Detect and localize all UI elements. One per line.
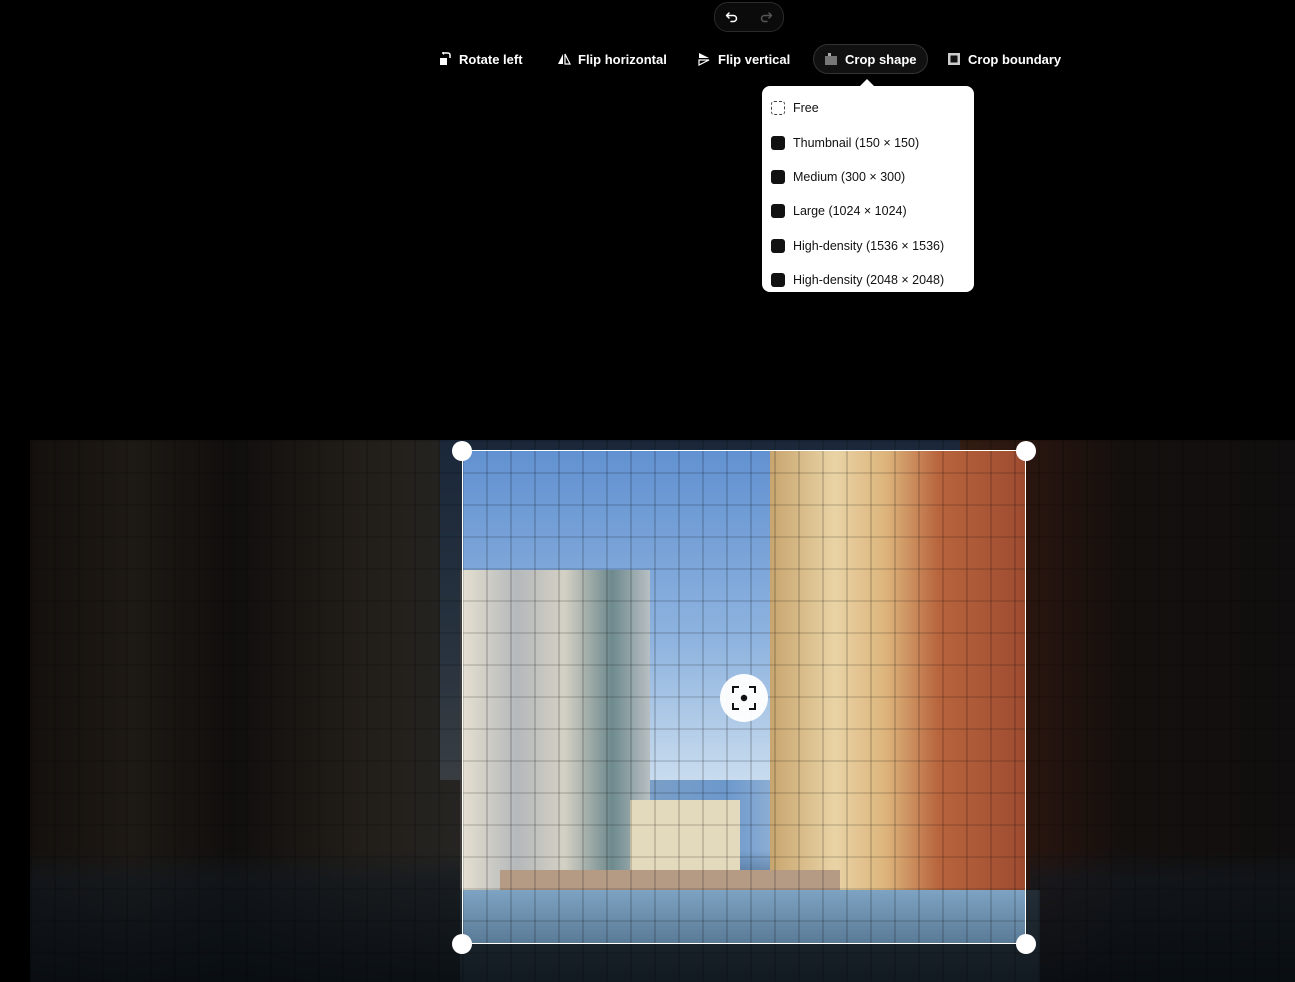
redo-icon xyxy=(760,12,773,23)
crop-handle-bottom-left[interactable] xyxy=(452,934,472,954)
crop-handle-top-right[interactable] xyxy=(1016,441,1036,461)
crop-shape-icon xyxy=(825,53,837,65)
crop-option-label: Large (1024 × 1024) xyxy=(793,204,907,219)
crop-option-label: Thumbnail (150 × 150) xyxy=(793,135,920,150)
redo-button[interactable] xyxy=(749,3,783,31)
crop-mask-bottom xyxy=(462,944,1026,982)
flip-vertical-label: Flip vertical xyxy=(718,51,791,67)
crop-option-free[interactable]: Free xyxy=(762,91,974,125)
crop-handle-top-left[interactable] xyxy=(452,441,472,461)
crop-mask-top xyxy=(462,440,1026,450)
crop-option-large[interactable]: Large (1024 × 1024) xyxy=(762,194,974,228)
focal-point-icon xyxy=(732,686,756,710)
rotate-left-icon xyxy=(440,52,451,65)
history-controls xyxy=(714,2,784,32)
crop-mask-left xyxy=(30,440,462,982)
flip-vertical-icon xyxy=(698,53,710,66)
crop-option-label: High-density (1536 × 1536) xyxy=(793,238,945,253)
flip-horizontal-label: Flip horizontal xyxy=(578,51,667,67)
focal-point-button[interactable] xyxy=(720,674,768,722)
crop-mask-right xyxy=(1026,440,1295,982)
crop-option-label: Free xyxy=(793,101,819,116)
rotate-left-button[interactable]: Rotate left xyxy=(428,44,533,74)
undo-button[interactable] xyxy=(715,3,749,31)
crop-option-1536[interactable]: High-density (1536 × 1536) xyxy=(762,229,974,263)
crop-shape-button[interactable]: Crop shape xyxy=(813,44,928,74)
square-icon xyxy=(771,273,785,288)
undo-icon xyxy=(725,12,738,23)
crop-boundary-label: Crop boundary xyxy=(968,51,1062,67)
dashed-square-icon xyxy=(771,101,785,116)
square-icon xyxy=(771,135,785,150)
square-icon xyxy=(771,169,785,184)
flip-horizontal-button[interactable]: Flip horizontal xyxy=(547,44,677,74)
square-icon xyxy=(771,204,785,219)
crop-shape-label: Crop shape xyxy=(845,51,917,67)
crop-option-2048[interactable]: High-density (2048 × 2048) xyxy=(762,263,974,297)
flip-horizontal-icon xyxy=(558,53,571,65)
crop-option-label: High-density (2048 × 2048) xyxy=(793,273,945,288)
crop-option-medium[interactable]: Medium (300 × 300) xyxy=(762,160,974,194)
crop-handle-bottom-right[interactable] xyxy=(1016,934,1036,954)
crop-shape-menu: Free Thumbnail (150 × 150) Medium (300 ×… xyxy=(762,79,974,292)
crop-option-thumbnail[interactable]: Thumbnail (150 × 150) xyxy=(762,125,974,159)
crop-option-label: Medium (300 × 300) xyxy=(793,169,906,184)
crop-boundary-button[interactable]: Crop boundary xyxy=(937,44,1071,74)
crop-boundary-icon xyxy=(948,53,960,65)
square-icon xyxy=(771,238,785,253)
flip-vertical-button[interactable]: Flip vertical xyxy=(687,44,800,74)
rotate-left-label: Rotate left xyxy=(459,51,523,67)
